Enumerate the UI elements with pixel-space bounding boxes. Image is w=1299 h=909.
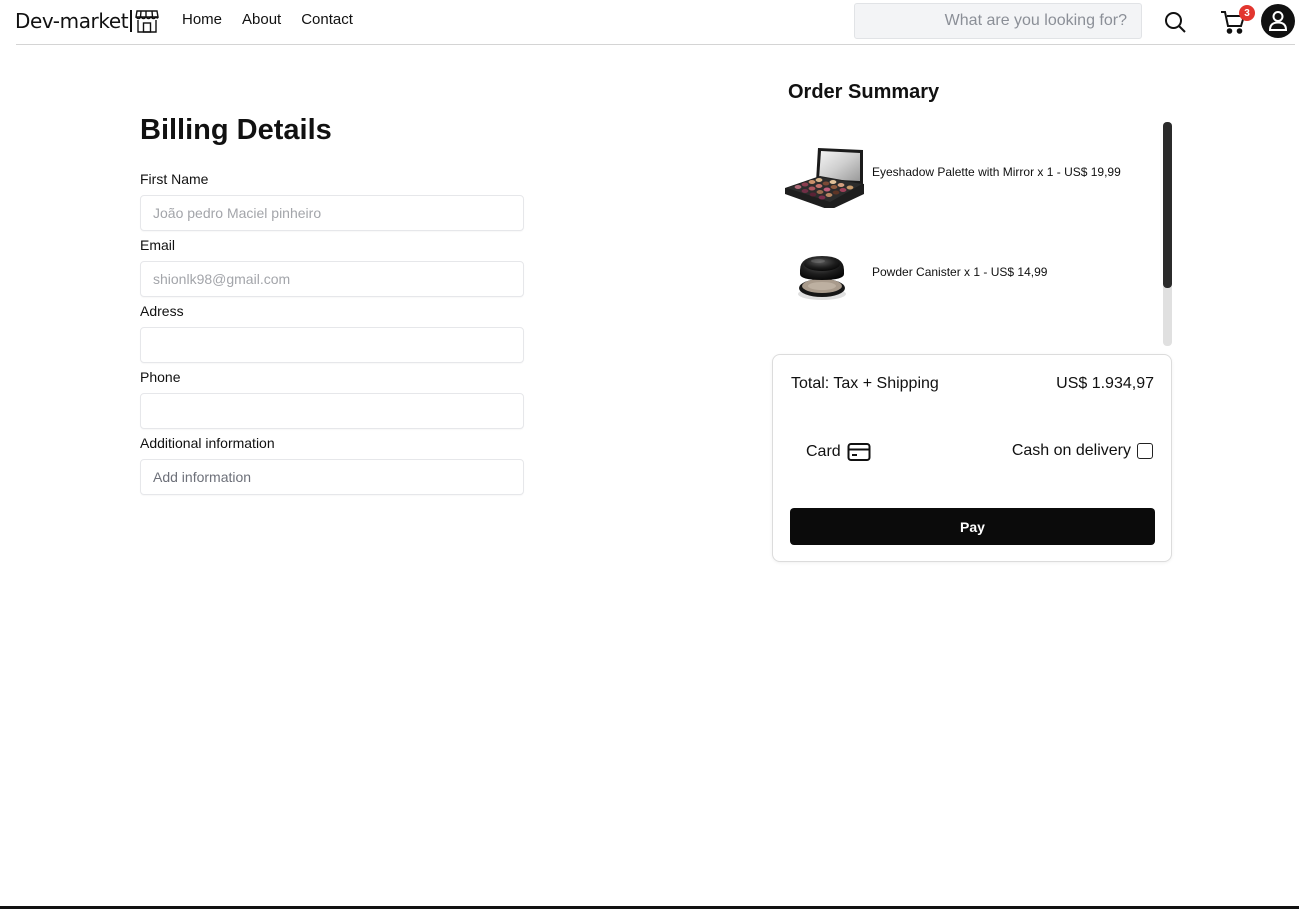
payment-summary-card: Total: Tax + Shipping US$ 1.934,97 Card … [772,354,1172,562]
payment-option-cash[interactable]: Cash on delivery [1012,442,1153,460]
additional-info-input[interactable] [140,459,524,495]
cart-count-badge: 3 [1239,5,1255,21]
first-name-input[interactable] [140,195,524,231]
total-value: US$ 1.934,97 [1056,375,1154,392]
nav-about-link[interactable]: About [242,11,281,28]
eyeshadow-palette-image [785,148,864,208]
phone-input[interactable] [140,393,524,429]
nav-home-link[interactable]: Home [182,11,222,28]
payment-cash-label: Cash on delivery [1011,442,1131,459]
address-label: Adress [140,303,184,319]
address-input[interactable] [140,327,524,363]
first-name-label: First Name [140,171,209,187]
phone-label: Phone [140,369,181,385]
search-input[interactable] [854,3,1142,39]
nav-links: Home About Contact [182,11,353,28]
order-item: Eyeshadow Palette with Mirror x 1 - US$ … [780,136,1121,208]
search-icon [1165,12,1186,33]
order-item-text: Eyeshadow Palette with Mirror x 1 - US$ … [872,165,1121,179]
brand-divider [130,10,133,32]
order-item-text: Powder Canister x 1 - US$ 14,99 [872,265,1048,279]
payment-card-label: Card [806,443,841,460]
payment-option-card[interactable]: Card [806,442,871,462]
navbar: Dev-market Home About Contact 3 [0,0,1299,46]
order-summary-title: Order Summary [788,81,940,103]
total-label: Total: Tax + Shipping [791,375,939,392]
order-list-scrollbar-thumb[interactable] [1163,122,1172,288]
powder-canister-image [798,256,846,300]
email-label: Email [140,237,176,253]
pay-button[interactable]: Pay [790,508,1155,545]
brand-name: Dev-market [15,9,129,33]
billing-title: Billing Details [140,114,332,146]
store-icon [135,10,160,33]
brand-logo[interactable]: Dev-market [15,7,160,35]
user-icon [1268,11,1288,31]
additional-info-label: Additional information [140,435,275,451]
order-item: Powder Canister x 1 - US$ 14,99 [780,236,1047,308]
nav-contact-link[interactable]: Contact [301,11,353,28]
credit-card-icon [847,443,871,461]
cash-on-delivery-checkbox[interactable] [1137,443,1153,459]
navbar-divider [16,44,1295,45]
account-button[interactable] [1261,4,1295,38]
order-items-list[interactable]: Eyeshadow Palette with Mirror x 1 - US$ … [780,122,1172,348]
email-input[interactable] [140,261,524,297]
search-button[interactable] [1161,8,1189,36]
